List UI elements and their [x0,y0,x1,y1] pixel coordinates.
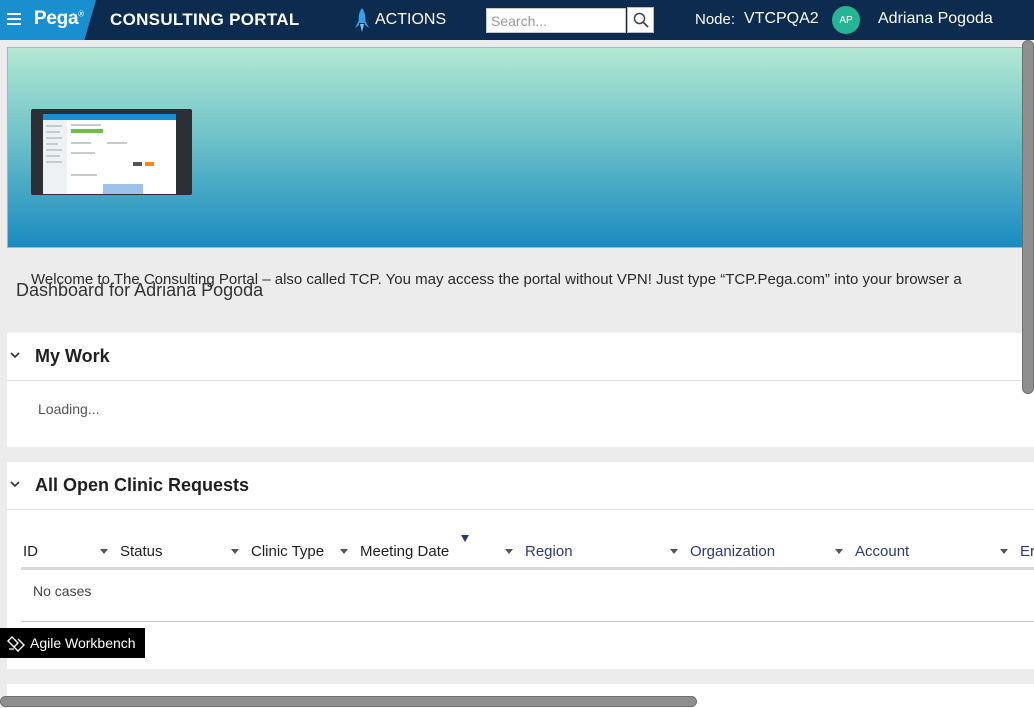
caret-down-icon [505,549,513,554]
welcome-banner [7,47,1034,248]
grid-divider [21,621,1034,622]
column-label: Organization [690,543,776,560]
mock-chart [103,184,143,194]
node-value: VTCPQA2 [744,10,819,27]
hamburger-menu-icon[interactable] [7,13,21,25]
caret-down-icon [1000,549,1008,554]
clinic-requests-section: All Open Clinic Requests ID Status Clini… [7,462,1034,669]
chevron-down-icon [10,352,20,359]
registered-mark: ® [78,9,84,19]
node-label: Node: [695,11,736,28]
caret-down-icon [231,549,239,554]
eraser-icon [7,635,25,652]
mock-line [71,174,97,176]
laptop-screen [43,114,176,194]
mock-button [133,162,142,166]
column-header-meeting-date[interactable]: Meeting Date [358,534,523,568]
clinic-requests-title: All Open Clinic Requests [35,475,250,495]
mock-line [46,143,58,145]
column-header-id[interactable]: ID [21,534,118,568]
caret-down-icon [670,549,678,554]
mock-line [46,149,62,151]
rocket-icon [355,8,369,32]
loading-text: Loading... [38,401,100,417]
grid-header-row: ID Status Clinic Type Meeting Date Regio… [21,534,1034,570]
empty-grid-text: No cases [33,583,92,599]
vertical-scrollbar[interactable] [1022,40,1034,394]
caret-down-icon [100,549,108,554]
actions-label: ACTIONS [375,11,447,28]
column-label: Status [120,543,163,560]
mock-line [46,137,62,139]
column-header-clinic-type[interactable]: Clinic Type [249,534,358,568]
agile-workbench-label: Agile Workbench [30,635,136,651]
user-name-menu[interactable]: Adriana Pogoda [878,10,993,28]
agile-workbench-button[interactable]: Agile Workbench [0,628,145,658]
column-header-truncated[interactable]: Er [1018,534,1034,568]
column-label: ID [23,543,38,560]
pega-logo[interactable]: Pega® [34,8,84,30]
caret-down-icon [340,549,348,554]
search-input[interactable] [486,8,626,33]
mock-line [46,125,62,127]
my-work-title: My Work [35,346,110,366]
actions-menu-button[interactable]: ACTIONS [353,8,446,32]
mock-button [145,162,154,166]
horizontal-scrollbar[interactable] [0,696,697,707]
column-label: Meeting Date [360,543,450,560]
column-header-account[interactable]: Account [853,534,1018,568]
column-header-status[interactable]: Status [118,534,249,568]
mock-line [46,155,60,157]
column-header-region[interactable]: Region [523,534,688,568]
search-button[interactable] [627,7,654,33]
column-header-organization[interactable]: Organization [688,534,853,568]
laptop-screenshot-illustration [31,109,192,195]
search-icon [633,12,649,28]
mock-line [107,142,127,144]
my-work-section: My Work Loading... [7,333,1034,447]
mock-line [46,131,60,133]
column-label: Account [855,543,910,560]
app-title: CONSULTING PORTAL [110,10,300,29]
chevron-down-icon [10,481,20,488]
column-label: Er [1020,543,1034,560]
my-work-header[interactable]: My Work [7,333,1034,381]
top-navigation-bar: Pega® CONSULTING PORTAL ACTIONS Node: VT… [0,0,1034,40]
column-label: Clinic Type [251,543,325,560]
column-label: Region [525,543,573,560]
mock-line [71,142,91,144]
mock-line [71,152,95,154]
mock-line [46,161,62,163]
mock-line [71,124,101,126]
dashboard-title: Dashboard for Adriana Pogoda [16,280,264,300]
sort-descending-icon [461,535,469,542]
pega-logo-text: Pega [34,8,79,29]
caret-down-icon [835,549,843,554]
user-avatar[interactable]: AP [832,6,860,34]
mock-progress [71,129,103,133]
clinic-requests-header[interactable]: All Open Clinic Requests [7,462,1034,510]
